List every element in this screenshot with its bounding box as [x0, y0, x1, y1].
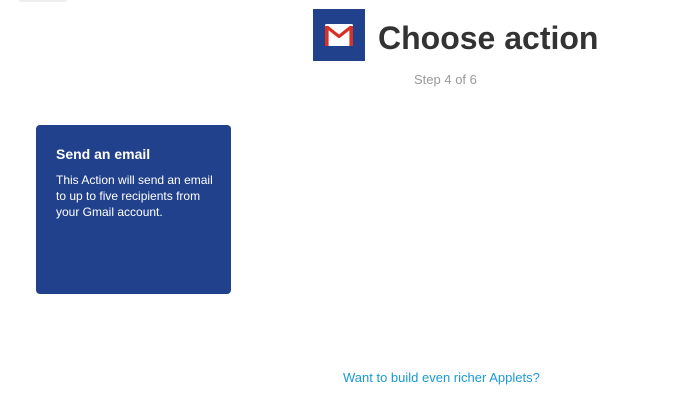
back-button-edge[interactable]	[18, 0, 68, 2]
action-card-description: This Action will send an email to up to …	[56, 173, 213, 219]
choose-action-page: Choose action Step 4 of 6 Send an email …	[0, 0, 680, 414]
action-card-title: Send an email	[56, 146, 151, 162]
gmail-envelope-icon	[325, 24, 353, 46]
action-card-send-email[interactable]: Send an email This Action will send an e…	[36, 125, 231, 294]
gmail-logo	[313, 9, 365, 61]
step-indicator: Step 4 of 6	[414, 72, 477, 87]
page-title: Choose action	[378, 20, 599, 56]
richer-applets-link[interactable]: Want to build even richer Applets?	[343, 370, 540, 386]
